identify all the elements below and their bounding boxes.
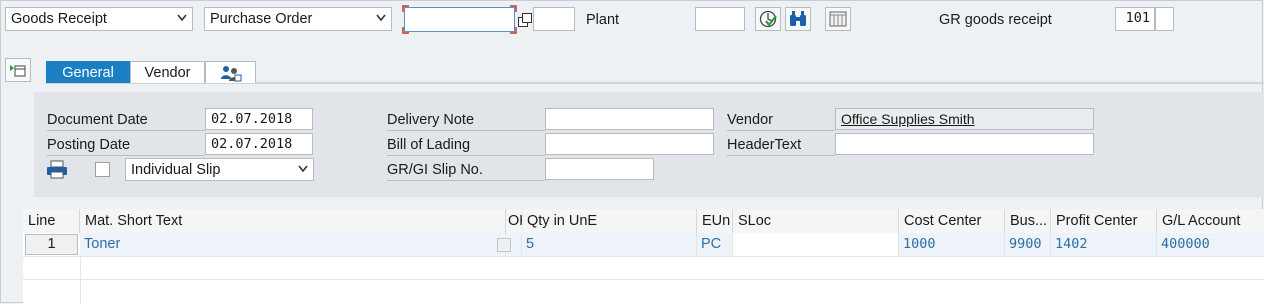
document-date-input[interactable]: 02.07.2018	[205, 108, 313, 130]
slip-type-dropdown[interactable]: Individual Slip	[125, 158, 314, 181]
bill-of-lading-input[interactable]	[545, 133, 714, 155]
printer-icon	[46, 160, 68, 180]
row-divider	[23, 279, 1264, 280]
movement-type-extra-input[interactable]	[1155, 7, 1174, 31]
po-item-input[interactable]	[533, 7, 575, 31]
header-text-label: HeaderText	[727, 137, 802, 153]
slip-type-value: Individual Slip	[131, 162, 221, 178]
divider	[387, 155, 545, 156]
delivery-note-input[interactable]	[545, 108, 714, 130]
divider	[47, 155, 205, 156]
column-header-qty[interactable]: Qty in UnE	[522, 209, 697, 233]
focus-marker	[402, 5, 517, 34]
transaction-value: Goods Receipt	[11, 11, 107, 27]
row-divider	[23, 256, 1264, 257]
execute-check-icon	[759, 10, 777, 28]
cell-eun[interactable]: PC	[697, 233, 733, 256]
cell-cost-center[interactable]: 1000	[899, 233, 1005, 256]
cell-profit-center[interactable]: 1402	[1051, 233, 1157, 256]
column-header-profit-center[interactable]: Profit Center	[1051, 209, 1157, 233]
cell-qty[interactable]: 5	[522, 233, 697, 256]
divider	[727, 130, 835, 131]
chevron-down-icon	[298, 165, 308, 173]
cell-business-area[interactable]: 9900	[1005, 233, 1051, 256]
column-header-eun[interactable]: EUn	[697, 209, 733, 233]
posting-date-input[interactable]: 02.07.2018	[205, 133, 313, 155]
tab-general[interactable]: General	[46, 61, 130, 83]
items-table: Line Mat. Short Text OK Qty in UnE EUn S…	[23, 209, 1264, 304]
bill-of-lading-label: Bill of Lading	[387, 137, 471, 153]
plant-input[interactable]	[695, 7, 745, 31]
table-layout-icon	[829, 11, 847, 27]
column-header-cost-center[interactable]: Cost Center	[899, 209, 1005, 233]
partner-icon	[220, 66, 241, 82]
reference-document-value: Purchase Order	[210, 11, 313, 27]
detail-toggle-button[interactable]	[5, 58, 31, 82]
grgi-slip-input[interactable]	[545, 158, 654, 180]
detail-expand-icon	[10, 65, 26, 77]
chevron-down-icon	[177, 14, 187, 22]
layout-button[interactable]	[825, 7, 851, 31]
movement-type-input[interactable]: 101	[1115, 7, 1155, 31]
copy-icon[interactable]	[517, 12, 533, 28]
row-selector[interactable]: 1	[25, 234, 78, 255]
column-header-sloc[interactable]: SLoc	[733, 209, 899, 233]
movement-type-label: GR goods receipt	[939, 12, 1052, 28]
reference-document-dropdown[interactable]: Purchase Order	[204, 7, 392, 31]
plant-label: Plant	[586, 12, 620, 28]
column-header-mat-short-text[interactable]: Mat. Short Text	[80, 209, 506, 233]
header-text-input[interactable]	[835, 133, 1094, 155]
delivery-note-label: Delivery Note	[387, 112, 475, 128]
tab-partner[interactable]	[205, 61, 256, 83]
column-header-gl-account[interactable]: G/L Account	[1157, 209, 1264, 233]
cell-sloc[interactable]	[733, 233, 899, 256]
vendor-label: Vendor	[727, 112, 773, 128]
cell-mat-short-text[interactable]: Toner	[80, 233, 506, 256]
tab-vendor[interactable]: Vendor	[130, 61, 205, 83]
chevron-down-icon	[376, 14, 386, 22]
divider	[387, 130, 545, 131]
column-divider	[80, 256, 81, 304]
grgi-slip-label: GR/GI Slip No.	[387, 162, 483, 178]
vendor-value-field[interactable]: Office Supplies Smith	[835, 108, 1094, 130]
goods-receipt-window: Goods Receipt Purchase Order Plant GR go…	[0, 0, 1264, 304]
execute-button[interactable]	[755, 7, 781, 31]
divider	[387, 180, 545, 181]
document-date-label: Document Date	[47, 112, 148, 128]
posting-date-label: Posting Date	[47, 137, 131, 153]
tab-vendor-label: Vendor	[144, 65, 191, 81]
ok-checkbox[interactable]	[497, 238, 511, 252]
column-header-line[interactable]: Line	[23, 209, 80, 233]
divider	[727, 155, 835, 156]
cell-gl-account[interactable]: 400000	[1157, 233, 1264, 256]
column-header-business-area[interactable]: Bus...	[1005, 209, 1051, 233]
binoculars-icon	[790, 11, 806, 26]
find-button[interactable]	[785, 7, 811, 31]
transaction-dropdown[interactable]: Goods Receipt	[5, 7, 193, 31]
print-checkbox[interactable]	[95, 162, 110, 177]
divider	[47, 130, 205, 131]
tab-general-label: General	[62, 65, 114, 81]
